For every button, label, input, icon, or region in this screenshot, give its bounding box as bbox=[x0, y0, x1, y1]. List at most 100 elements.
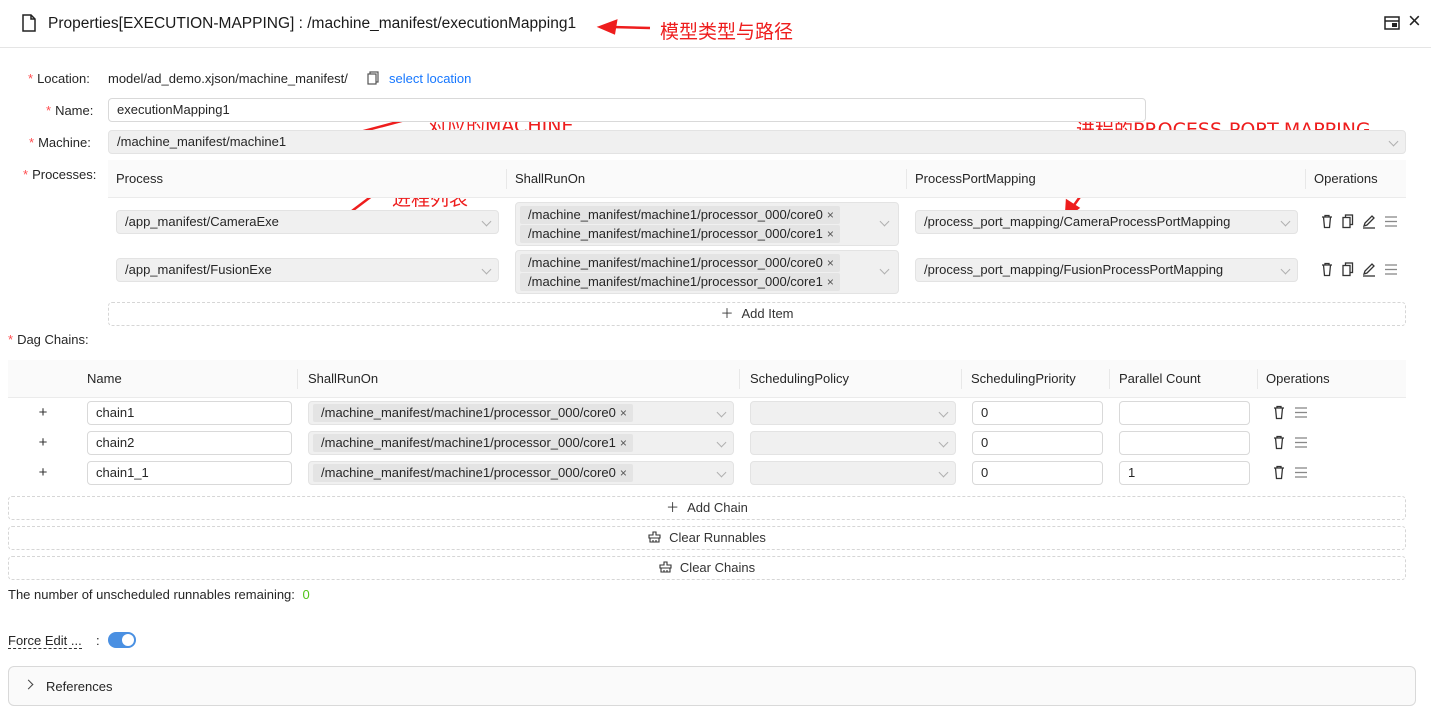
drag-handle-icon[interactable] bbox=[1385, 216, 1397, 227]
chevron-down-icon bbox=[716, 407, 727, 418]
edit-icon[interactable] bbox=[1362, 263, 1375, 277]
add-item-button[interactable]: ＋ Add Item bbox=[108, 302, 1406, 326]
force-edit-colon: : bbox=[96, 633, 100, 648]
chevron-down-icon bbox=[879, 216, 890, 227]
core-tag: /machine_manifest/machine1/processor_000… bbox=[520, 254, 840, 272]
edit-icon[interactable] bbox=[1362, 215, 1375, 229]
delete-icon[interactable] bbox=[1322, 214, 1332, 229]
processes-table-header: Process ShallRunOn ProcessPortMapping Op… bbox=[108, 160, 1406, 198]
location-label: * Location: bbox=[28, 71, 90, 86]
unscheduled-count: 0 bbox=[302, 587, 310, 602]
tag-close-icon[interactable]: × bbox=[827, 256, 834, 270]
ppm-select[interactable]: /process_port_mapping/FusionProcessPortM… bbox=[915, 258, 1298, 282]
references-label: References bbox=[46, 679, 113, 694]
clear-runnables-button[interactable]: Clear Runnables bbox=[8, 526, 1406, 550]
core-tag: /machine_manifest/machine1/processor_000… bbox=[520, 273, 840, 291]
chain-shallrunon-select[interactable]: /machine_manifest/machine1/processor_000… bbox=[308, 431, 734, 455]
core-tag: /machine_manifest/machine1/processor_000… bbox=[313, 434, 633, 452]
force-edit-label: Force Edit ... bbox=[8, 633, 82, 649]
chevron-down-icon bbox=[938, 437, 949, 448]
name-input[interactable]: executionMapping1 bbox=[108, 98, 1146, 122]
delete-icon[interactable] bbox=[1274, 435, 1284, 450]
chevron-down-icon bbox=[938, 407, 949, 418]
copy-icon[interactable] bbox=[1342, 214, 1354, 229]
process-select[interactable]: /app_manifest/CameraExe bbox=[116, 210, 499, 234]
scheduling-policy-select[interactable] bbox=[750, 431, 956, 455]
chevron-down-icon bbox=[938, 467, 949, 478]
parallel-count-input[interactable] bbox=[1119, 431, 1250, 455]
tag-close-icon[interactable]: × bbox=[620, 466, 627, 480]
chain-shallrunon-select[interactable]: /machine_manifest/machine1/processor_000… bbox=[308, 461, 734, 485]
unscheduled-status: The number of unscheduled runnables rema… bbox=[8, 587, 310, 602]
core-tag: /machine_manifest/machine1/processor_000… bbox=[313, 464, 633, 482]
process-row-operations bbox=[1322, 262, 1397, 277]
processes-label: * Processes: bbox=[23, 167, 97, 182]
tag-close-icon[interactable]: × bbox=[827, 275, 834, 289]
process-row-operations bbox=[1322, 214, 1397, 229]
chain-row-operations bbox=[1274, 405, 1307, 480]
core-tag: /machine_manifest/machine1/processor_000… bbox=[313, 404, 633, 422]
parallel-count-input[interactable] bbox=[1119, 401, 1250, 425]
tag-close-icon[interactable]: × bbox=[827, 227, 834, 241]
tag-close-icon[interactable]: × bbox=[620, 436, 627, 450]
scheduling-policy-select[interactable] bbox=[750, 461, 956, 485]
column-header-name: Name bbox=[87, 371, 122, 386]
clear-chains-button[interactable]: Clear Chains bbox=[8, 556, 1406, 580]
chevron-down-icon bbox=[1280, 216, 1291, 227]
scheduling-priority-input[interactable]: 0 bbox=[972, 461, 1103, 485]
drag-handle-icon[interactable] bbox=[1385, 264, 1397, 275]
chain-name-input[interactable]: chain1_1 bbox=[87, 461, 292, 485]
unscheduled-label: The number of unscheduled runnables rema… bbox=[8, 587, 295, 602]
drag-handle-icon[interactable] bbox=[1295, 437, 1307, 448]
expand-row-button[interactable]: + bbox=[36, 464, 50, 482]
drag-handle-icon[interactable] bbox=[1295, 467, 1307, 478]
column-header-operations: Operations bbox=[1266, 371, 1330, 386]
chevron-down-icon bbox=[481, 216, 492, 227]
scheduling-policy-select[interactable] bbox=[750, 401, 956, 425]
core-tag: /machine_manifest/machine1/processor_000… bbox=[520, 206, 840, 224]
copy-icon[interactable] bbox=[367, 71, 379, 85]
chevron-down-icon bbox=[716, 437, 727, 448]
chevron-down-icon bbox=[1280, 264, 1291, 275]
chevron-down-icon bbox=[1388, 136, 1399, 147]
references-panel[interactable]: References bbox=[8, 666, 1416, 706]
delete-icon[interactable] bbox=[1274, 465, 1284, 480]
chevron-down-icon bbox=[879, 264, 890, 275]
scheduling-priority-input[interactable]: 0 bbox=[972, 431, 1103, 455]
shallrunon-multiselect[interactable]: /machine_manifest/machine1/processor_000… bbox=[515, 202, 899, 246]
plus-icon: ＋ bbox=[720, 306, 734, 321]
process-select[interactable]: /app_manifest/FusionExe bbox=[116, 258, 499, 282]
delete-icon[interactable] bbox=[1274, 405, 1284, 420]
dag-chains-label: * Dag Chains: bbox=[8, 332, 89, 347]
expand-row-button[interactable]: + bbox=[36, 434, 50, 452]
plus-icon: ＋ bbox=[666, 500, 680, 515]
chevron-down-icon bbox=[716, 467, 727, 478]
clear-icon bbox=[659, 561, 672, 573]
parallel-count-input[interactable]: 1 bbox=[1119, 461, 1250, 485]
shallrunon-multiselect[interactable]: /machine_manifest/machine1/processor_000… bbox=[515, 250, 899, 294]
column-header-shallrunon: ShallRunOn bbox=[308, 371, 379, 386]
column-header-scheduling-policy: SchedulingPolicy bbox=[750, 371, 850, 386]
core-tag: /machine_manifest/machine1/processor_000… bbox=[520, 225, 840, 243]
annotation-type-path: 模型类型与路径 bbox=[660, 21, 794, 43]
location-value: model/ad_demo.xjson/machine_manifest/ bbox=[108, 71, 348, 86]
machine-select[interactable]: /machine_manifest/machine1 bbox=[108, 130, 1406, 154]
select-location-link[interactable]: select location bbox=[389, 71, 471, 86]
copy-icon[interactable] bbox=[1342, 262, 1354, 277]
delete-icon[interactable] bbox=[1322, 262, 1332, 277]
chain-name-input[interactable]: chain1 bbox=[87, 401, 292, 425]
drag-handle-icon[interactable] bbox=[1295, 407, 1307, 418]
column-header-process: Process bbox=[116, 171, 163, 186]
scheduling-priority-input[interactable]: 0 bbox=[972, 401, 1103, 425]
tag-close-icon[interactable]: × bbox=[827, 208, 834, 222]
clear-icon bbox=[648, 531, 661, 543]
expand-row-button[interactable]: + bbox=[36, 404, 50, 422]
column-header-parallel-count: Parallel Count bbox=[1119, 371, 1201, 386]
ppm-select[interactable]: /process_port_mapping/CameraProcessPortM… bbox=[915, 210, 1298, 234]
chain-shallrunon-select[interactable]: /machine_manifest/machine1/processor_000… bbox=[308, 401, 734, 425]
chain-name-input[interactable]: chain2 bbox=[87, 431, 292, 455]
tag-close-icon[interactable]: × bbox=[620, 406, 627, 420]
force-edit-toggle[interactable] bbox=[108, 632, 136, 648]
add-chain-button[interactable]: ＋ Add Chain bbox=[8, 496, 1406, 520]
chevron-down-icon bbox=[481, 264, 492, 275]
